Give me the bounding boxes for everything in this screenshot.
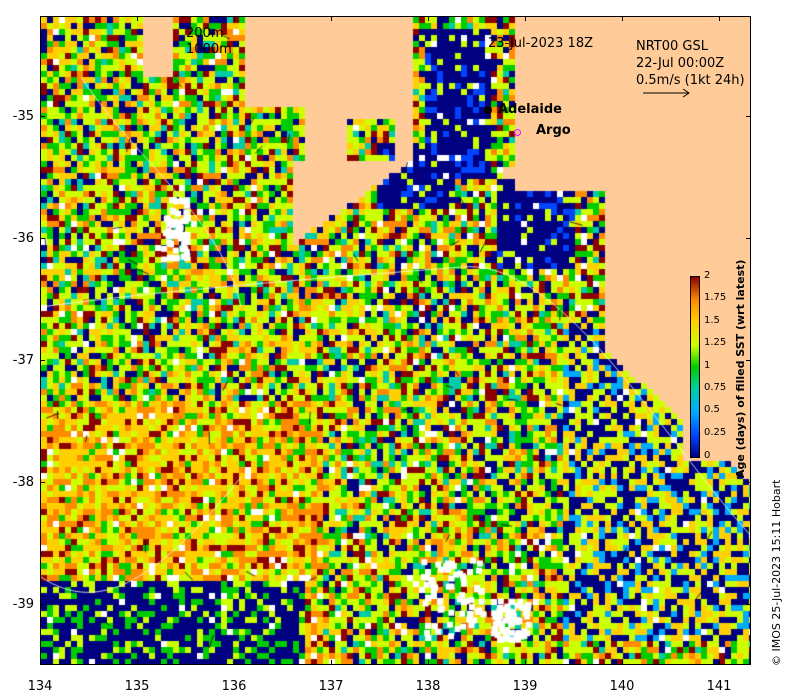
sst-age-map: 200m 1000m 23-Jul-2023 18Z NRT00 GSL 22-… xyxy=(40,16,751,665)
x-tick-mark xyxy=(622,660,623,665)
x-tick-mark xyxy=(234,16,235,21)
y-tick-label: -36 xyxy=(12,231,34,246)
colorbar-tick-label: 0.75 xyxy=(704,382,727,393)
credit-label: © IMOS 25-Jul-2023 15:11 Hobart xyxy=(770,479,783,666)
x-tick-mark xyxy=(719,660,720,665)
colorbar-tick-label: 1 xyxy=(704,360,711,371)
x-tick-label: 136 xyxy=(221,679,247,694)
bathymetry-1000m-label: 1000m xyxy=(186,42,232,57)
x-tick-label: 135 xyxy=(124,679,150,694)
sst-age-raster xyxy=(41,17,750,664)
y-tick-label: -35 xyxy=(12,109,34,124)
date-label: 23-Jul-2023 18Z xyxy=(488,36,593,51)
colorbar-tick-label: 0.5 xyxy=(704,404,720,415)
y-tick-mark xyxy=(40,604,45,605)
x-tick-mark xyxy=(234,660,235,665)
colorbar-title: Age (days) of filled SST (wrt latest) xyxy=(734,259,747,478)
argo-marker xyxy=(514,129,521,136)
y-tick-label: -38 xyxy=(12,475,34,490)
x-tick-mark xyxy=(331,16,332,21)
colorbar xyxy=(690,276,700,458)
x-tick-mark xyxy=(428,660,429,665)
y-tick-mark xyxy=(746,238,751,239)
argo-label: Argo xyxy=(536,123,571,138)
x-tick-mark xyxy=(719,16,720,21)
current-time-label: 22-Jul 00:00Z xyxy=(636,56,725,71)
x-tick-label: 140 xyxy=(609,679,635,694)
y-tick-label: -37 xyxy=(12,353,34,368)
colorbar-tick-label: 1.75 xyxy=(704,292,727,303)
y-tick-mark xyxy=(746,482,751,483)
x-tick-label: 139 xyxy=(512,679,538,694)
x-tick-mark xyxy=(622,16,623,21)
adelaide-marker xyxy=(484,106,492,114)
x-tick-mark xyxy=(525,660,526,665)
colorbar-tick-label: 1.25 xyxy=(704,337,727,348)
x-tick-label: 137 xyxy=(318,679,344,694)
x-tick-mark xyxy=(40,660,41,665)
x-tick-mark xyxy=(331,660,332,665)
y-tick-mark xyxy=(40,116,45,117)
x-tick-mark xyxy=(525,16,526,21)
y-tick-mark xyxy=(746,116,751,117)
colorbar-tick-label: 1.5 xyxy=(704,315,720,326)
x-tick-mark xyxy=(428,16,429,21)
x-tick-label: 141 xyxy=(706,679,732,694)
y-tick-label: -39 xyxy=(12,597,34,612)
adelaide-label: Adelaide xyxy=(498,102,562,117)
product-label: NRT00 GSL xyxy=(636,39,708,54)
colorbar-tick-label: 0.25 xyxy=(704,427,727,438)
colorbar-tick-label: 2 xyxy=(704,270,711,281)
x-tick-label: 138 xyxy=(415,679,441,694)
y-tick-mark xyxy=(746,604,751,605)
colorbar-tick-label: 0 xyxy=(704,450,711,461)
bathymetry-200m-label: 200m xyxy=(186,26,224,41)
y-tick-mark xyxy=(40,238,45,239)
y-tick-mark xyxy=(746,360,751,361)
vector-scale-arrow xyxy=(643,88,690,98)
y-tick-mark xyxy=(40,360,45,361)
y-tick-mark xyxy=(40,482,45,483)
x-tick-label: 134 xyxy=(27,679,53,694)
x-tick-mark xyxy=(40,16,41,21)
x-tick-mark xyxy=(137,16,138,21)
x-tick-mark xyxy=(137,660,138,665)
